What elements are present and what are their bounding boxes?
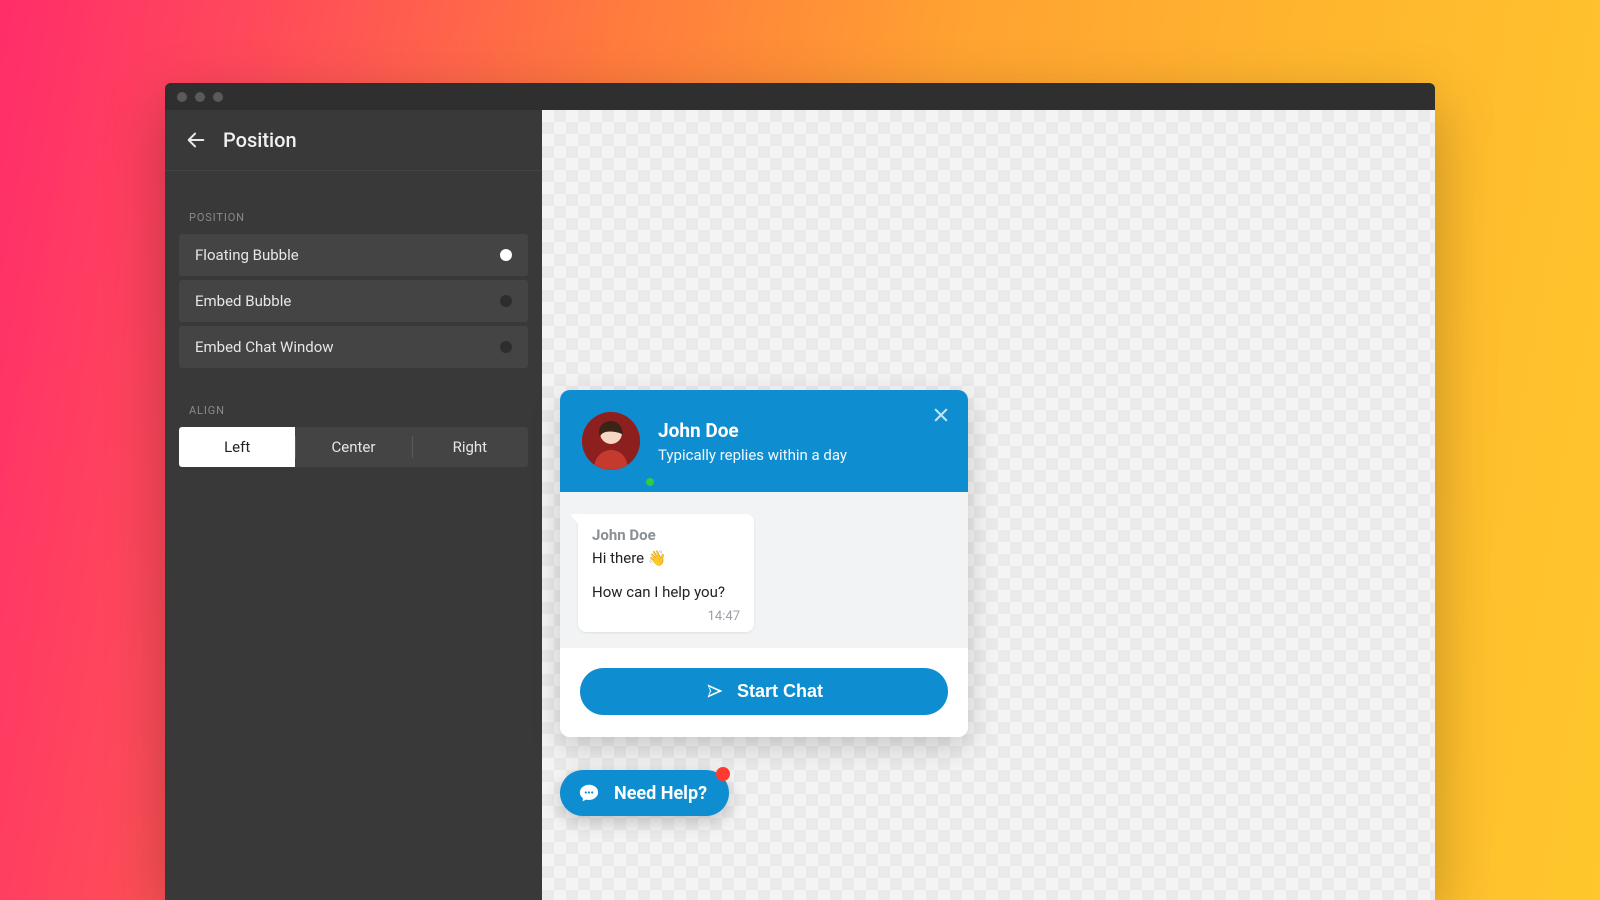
chat-widget: John Doe Typically replies within a day … (560, 390, 968, 737)
send-icon (705, 681, 725, 701)
radio-indicator (500, 341, 512, 353)
position-option-embed-chat-window[interactable]: Embed Chat Window (179, 326, 528, 368)
align-option-label: Left (224, 438, 250, 456)
position-option-label: Embed Chat Window (195, 338, 334, 356)
position-option-embed-bubble[interactable]: Embed Bubble (179, 280, 528, 322)
chat-header: John Doe Typically replies within a day (560, 390, 968, 492)
agent-name: John Doe (658, 419, 847, 442)
align-option-label: Right (453, 438, 487, 456)
window-control-close[interactable] (177, 92, 187, 102)
message-line-2: How can I help you? (592, 582, 740, 602)
agent-subtitle: Typically replies within a day (658, 446, 847, 464)
position-option-floating-bubble[interactable]: Floating Bubble (179, 234, 528, 276)
message-timestamp: 14:47 (592, 609, 740, 624)
align-segmented-control: Left Center Right (179, 427, 528, 467)
chat-body: John Doe Hi there 👋 How can I help you? … (560, 492, 968, 648)
avatar-person-icon (582, 412, 640, 470)
agent-info: John Doe Typically replies within a day (658, 419, 847, 464)
window-titlebar (165, 83, 1435, 110)
chat-icon (578, 782, 600, 804)
position-option-list: Floating Bubble Embed Bubble Embed Chat … (165, 234, 542, 368)
help-launcher-label: Need Help? (614, 783, 707, 804)
close-icon (934, 408, 948, 422)
preview-canvas: John Doe Typically replies within a day … (542, 110, 1435, 900)
sidebar-title: Position (223, 128, 297, 152)
start-chat-button[interactable]: Start Chat (580, 668, 948, 715)
radio-indicator (500, 249, 512, 261)
chat-close-button[interactable] (928, 400, 954, 433)
chat-footer: Start Chat (560, 648, 968, 737)
align-option-left[interactable]: Left (179, 427, 295, 467)
agent-avatar (582, 412, 640, 470)
align-option-label: Center (332, 438, 376, 456)
message-sender: John Doe (592, 526, 740, 544)
section-label-align: ALIGN (165, 368, 542, 427)
help-launcher-button[interactable]: Need Help? (560, 770, 729, 816)
app-body: Position POSITION Floating Bubble Embed … (165, 110, 1435, 900)
back-arrow-icon[interactable] (185, 129, 207, 151)
align-option-center[interactable]: Center (295, 427, 411, 467)
avatar-wrap (582, 412, 640, 470)
align-option-right[interactable]: Right (412, 427, 528, 467)
window-control-zoom[interactable] (213, 92, 223, 102)
position-option-label: Floating Bubble (195, 246, 299, 264)
window-control-minimize[interactable] (195, 92, 205, 102)
start-chat-label: Start Chat (737, 681, 823, 702)
app-window: Position POSITION Floating Bubble Embed … (165, 83, 1435, 900)
chat-message: John Doe Hi there 👋 How can I help you? … (578, 514, 754, 632)
notification-badge (716, 767, 730, 781)
presence-indicator (644, 476, 656, 488)
sidebar-header: Position (165, 110, 542, 171)
position-option-label: Embed Bubble (195, 292, 291, 310)
settings-sidebar: Position POSITION Floating Bubble Embed … (165, 110, 542, 900)
message-line-1: Hi there 👋 (592, 548, 740, 568)
section-label-position: POSITION (165, 171, 542, 234)
radio-indicator (500, 295, 512, 307)
